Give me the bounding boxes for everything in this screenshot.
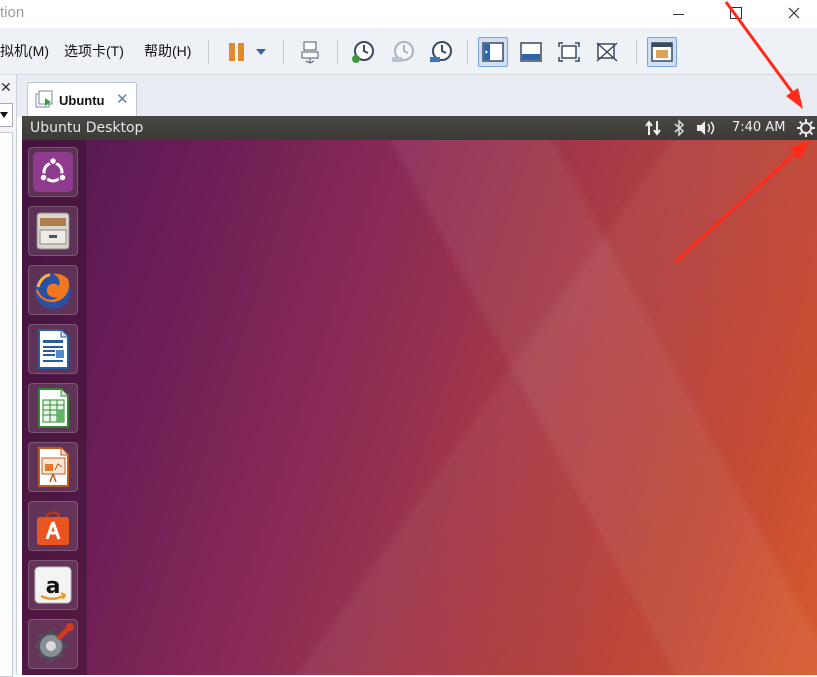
ubuntu-desktop-wallpaper[interactable] [22, 140, 817, 675]
network-send-icon [301, 41, 319, 64]
launcher-writer-button[interactable] [28, 324, 78, 374]
unity-mode-icon [596, 42, 618, 62]
maximize-icon [730, 7, 742, 19]
volume-icon[interactable] [696, 120, 718, 136]
network-icon[interactable] [644, 119, 662, 137]
toolbar-separator [337, 40, 338, 64]
snapshot-manager-icon [430, 41, 452, 62]
console-view-button[interactable] [647, 37, 677, 67]
chevron-down-icon [0, 112, 8, 118]
toolbar-separator [467, 40, 468, 64]
system-settings-icon [35, 623, 74, 662]
launcher-amazon-button[interactable]: a [28, 560, 78, 610]
title-bar: tion [0, 0, 817, 28]
launcher-files-button[interactable] [28, 206, 78, 256]
library-close-button[interactable]: ✕ [0, 79, 12, 96]
maximize-button[interactable] [714, 0, 758, 26]
power-dropdown-button[interactable] [250, 37, 272, 67]
launcher-calc-button[interactable] [28, 383, 78, 433]
thumbnail-bar-icon [520, 42, 542, 62]
toolbar-separator [636, 40, 637, 64]
show-library-button[interactable] [478, 37, 508, 67]
firefox-icon [35, 273, 71, 309]
snapshot-clock-icon [352, 41, 374, 63]
minimize-icon [672, 13, 684, 15]
topbar-title: Ubuntu Desktop [30, 120, 144, 136]
tab-label: Ubuntu [59, 93, 105, 108]
menu-help[interactable]: 帮助(H) [144, 41, 191, 61]
library-view-icon [482, 42, 504, 62]
libreoffice-calc-icon [38, 388, 69, 428]
snapshot-revert-icon [392, 41, 414, 62]
tab-ubuntu[interactable]: Ubuntu ✕ [27, 82, 137, 117]
vm-running-icon [35, 90, 53, 108]
chevron-down-icon [256, 49, 266, 55]
send-ctrl-alt-del-button[interactable] [295, 37, 325, 67]
pause-button[interactable] [222, 37, 252, 67]
menu-tabs[interactable]: 选项卡(T) [64, 41, 124, 61]
unity-mode-button[interactable] [592, 37, 622, 67]
toolbar-separator [208, 40, 209, 64]
library-search-dropdown[interactable] [0, 103, 13, 127]
tab-strip [17, 75, 817, 117]
toolbar-separator [283, 40, 284, 64]
unity-launcher: a [22, 140, 88, 675]
ubuntu-top-panel: Ubuntu Desktop 7:40 AM [22, 116, 817, 140]
snapshot-revert-button[interactable] [388, 37, 418, 67]
window-title: tion [0, 4, 25, 21]
files-icon [36, 212, 70, 250]
close-icon [788, 7, 800, 19]
tab-close-button[interactable]: ✕ [116, 90, 129, 108]
library-tree[interactable] [0, 132, 13, 677]
pause-icon [229, 43, 244, 61]
bluetooth-icon[interactable] [672, 119, 686, 137]
libreoffice-impress-icon [38, 447, 69, 487]
full-screen-button[interactable] [554, 37, 584, 67]
minimize-button[interactable] [656, 0, 700, 26]
amazon-icon: a [34, 566, 72, 604]
svg-text:a: a [46, 574, 61, 599]
launcher-dash-button[interactable] [28, 147, 78, 197]
close-button[interactable] [772, 0, 816, 26]
ubuntu-software-icon [37, 511, 69, 545]
launcher-firefox-button[interactable] [28, 265, 78, 315]
snapshot-take-button[interactable] [348, 37, 378, 67]
vm-display[interactable]: Ubuntu Desktop 7:40 AM a [22, 116, 817, 675]
launcher-settings-button[interactable] [28, 619, 78, 669]
snapshot-manager-button[interactable] [426, 37, 456, 67]
menu-toolbar: 拟机(M) 选项卡(T) 帮助(H) [0, 28, 817, 75]
clock[interactable]: 7:40 AM [732, 120, 785, 135]
gear-icon[interactable] [797, 119, 815, 137]
thumbnail-bar-button[interactable] [516, 37, 546, 67]
launcher-software-button[interactable] [28, 501, 78, 551]
launcher-impress-button[interactable] [28, 442, 78, 492]
ubuntu-dash-icon [33, 152, 73, 192]
menu-virtual-machine[interactable]: 拟机(M) [0, 41, 49, 61]
full-screen-icon [558, 42, 580, 62]
console-view-icon [651, 42, 673, 62]
libreoffice-writer-icon [38, 329, 69, 369]
